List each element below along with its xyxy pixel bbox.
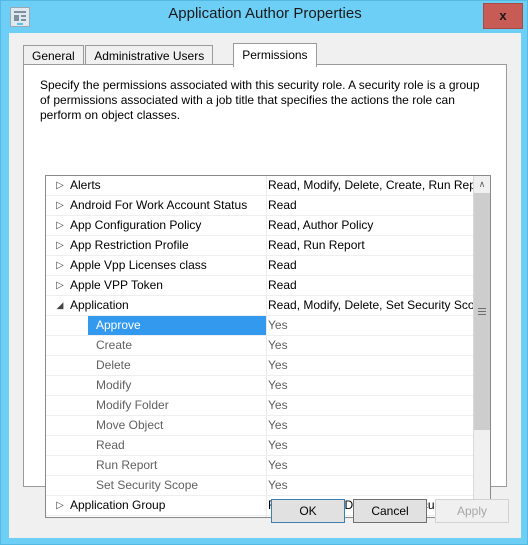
table-row[interactable]: ◢ Application Read, Modify, Delete, Set Se… [46,296,475,316]
permissions-rows: ▷ Alerts Read, Modify, Delete, Create, Run… [46,176,475,517]
table-row[interactable]: Read Yes [46,436,475,456]
panel-description: Specify the permissions associated with … [40,78,480,122]
row-name: Application Group [70,498,166,512]
table-row[interactable]: ▷ Apple VPP Token Read [46,276,475,296]
chevron-right-icon[interactable]: ▷ [53,236,67,255]
table-row[interactable]: Delete Yes [46,356,475,376]
row-value: Yes [268,458,288,472]
apply-button: Apply [435,499,509,523]
permissions-tab-panel: Specify the permissions associated with … [23,64,507,518]
table-row[interactable]: Run Report Yes [46,456,475,476]
row-name: Approve [96,318,141,332]
table-row[interactable]: Modify Folder Yes [46,396,475,416]
row-value: Yes [268,338,288,352]
vertical-scrollbar[interactable]: ∧ ∨ [473,176,490,517]
table-row[interactable]: Modify Yes [46,376,475,396]
row-value: Yes [268,398,288,412]
tab-permissions[interactable]: Permissions [233,43,317,67]
chevron-right-icon[interactable]: ▷ [53,196,67,215]
screenshot-root: Application Author Properties x General A… [0,0,528,545]
permissions-list[interactable]: ▷ Alerts Read, Modify, Delete, Create, Run… [45,175,491,518]
dialog-window: Application Author Properties x General A… [0,0,528,545]
table-row[interactable]: Approve Yes [46,316,475,336]
row-value: Yes [268,378,288,392]
table-row[interactable]: ▷ App Configuration Policy Read, Author Po… [46,216,475,236]
ok-button[interactable]: OK [271,499,345,523]
title-bar: Application Author Properties x [1,1,528,33]
table-row[interactable]: Move Object Yes [46,416,475,436]
row-value: Yes [268,358,288,372]
dialog-client-area: General Administrative Users Permissions S… [9,33,521,538]
row-value: Read, Run Report [268,238,365,252]
row-value: Read [268,258,297,272]
row-name: Alerts [70,178,101,192]
row-name: Apple VPP Token [70,278,163,292]
row-name: Move Object [96,418,164,432]
table-row[interactable]: Create Yes [46,336,475,356]
row-name: Modify [96,378,132,392]
row-value: Yes [268,318,288,332]
chevron-right-icon[interactable]: ▷ [53,256,67,275]
window-title: Application Author Properties [168,5,362,22]
table-row[interactable]: ▷ App Restriction Profile Read, Run Report [46,236,475,256]
row-name: App Configuration Policy [70,218,202,232]
row-name: Run Report [96,458,158,472]
row-name: Create [96,338,133,352]
table-row[interactable]: ▷ Android For Work Account Status Read [46,196,475,216]
row-value: Read, Author Policy [268,218,374,232]
chevron-right-icon[interactable]: ▷ [53,276,67,295]
chevron-right-icon[interactable]: ▷ [53,216,67,235]
row-value: Yes [268,418,288,432]
row-name: Delete [96,358,131,372]
row-name: Android For Work Account Status [70,198,248,212]
row-name: Read [96,438,125,452]
row-name: Application [70,298,129,312]
scrollbar-grip-icon [478,307,486,316]
row-name: Apple Vpp Licenses class [70,258,207,272]
cancel-button[interactable]: Cancel [353,499,427,523]
row-name: Set Security Scope [96,478,199,492]
chevron-right-icon[interactable]: ▷ [53,496,67,515]
tab-administrative-users[interactable]: Administrative Users [85,45,214,65]
row-value: Read, Modify, Delete, Create, Run Report… [268,178,474,192]
row-name: Modify Folder [96,398,169,412]
tab-general[interactable]: General [23,45,84,65]
table-row[interactable]: Set Security Scope Yes [46,476,475,496]
row-name: Boundaries [70,516,266,517]
close-button[interactable]: x [483,3,523,29]
row-value: Read [268,278,297,292]
scrollbar-thumb[interactable] [474,193,490,430]
table-row[interactable]: ▷ Apple Vpp Licenses class Read [46,256,475,276]
chevron-right-icon[interactable]: ▷ [53,176,67,195]
row-value: Read [268,198,297,212]
table-row[interactable]: ▷ Alerts Read, Modify, Delete, Create, Run… [46,176,475,196]
scroll-up-icon[interactable]: ∧ [474,176,490,193]
row-value: Yes [268,478,288,492]
row-value: Read, Modify, Delete, Set Security Scope… [268,298,474,312]
chevron-down-icon[interactable]: ◢ [53,296,67,315]
row-name: App Restriction Profile [70,238,189,252]
chevron-right-icon[interactable]: ▷ [53,516,67,517]
row-value: Yes [268,438,288,452]
